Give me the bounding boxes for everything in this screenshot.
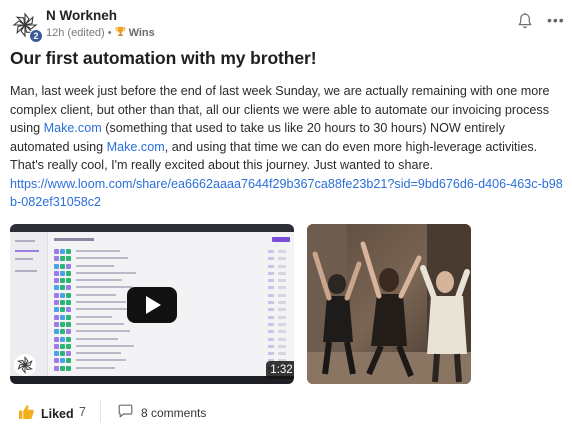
video-row	[54, 263, 290, 270]
bell-icon[interactable]	[517, 12, 533, 30]
author-name[interactable]: N Workneh	[46, 8, 117, 23]
post-meta: 12h (edited) • Wins	[46, 26, 155, 40]
make-link-1[interactable]: Make.com	[44, 121, 102, 135]
video-row	[54, 255, 290, 262]
video-row	[54, 365, 290, 372]
more-horizontal-icon[interactable]: •••	[547, 13, 565, 27]
loom-url-link[interactable]: https://www.loom.com/share/ea6662aaaa764…	[10, 175, 566, 212]
comment-bubble-icon	[118, 404, 133, 421]
thumbs-up-icon	[18, 404, 35, 423]
comments-label: 8 comments	[141, 405, 207, 420]
meta-separator: •	[107, 27, 112, 39]
comments-button[interactable]: 8 comments	[118, 404, 206, 421]
dancing-gif-image[interactable]	[307, 224, 471, 384]
play-button[interactable]	[127, 287, 177, 323]
make-link-2[interactable]: Make.com	[107, 140, 165, 154]
like-count[interactable]: 7	[79, 405, 86, 419]
post-time: 12h (edited)	[46, 27, 105, 39]
level-badge: 2	[29, 29, 43, 43]
like-button[interactable]: Liked	[18, 404, 74, 423]
like-label: Liked	[41, 406, 74, 421]
trophy-icon	[115, 26, 126, 40]
video-duration: 1:32	[266, 361, 294, 379]
post-card: 2 N Workneh 12h (edited) • Wins ••• Our …	[0, 0, 572, 431]
post-body: Man, last week just before the end of la…	[10, 82, 566, 212]
video-button	[272, 237, 290, 242]
video-heading	[54, 238, 94, 241]
video-thumbnail[interactable]: 1:32	[10, 224, 294, 384]
pinwheel-logo-icon	[14, 354, 36, 376]
play-icon	[146, 296, 161, 314]
video-row	[54, 270, 290, 277]
video-row	[54, 343, 290, 350]
video-row	[54, 357, 290, 364]
video-row	[54, 328, 290, 335]
video-row	[54, 336, 290, 343]
video-row	[54, 248, 290, 255]
taskbar	[10, 376, 294, 384]
video-row	[54, 277, 290, 284]
post-title: Our first automation with my brother!	[10, 48, 317, 68]
video-row	[54, 350, 290, 357]
category-label[interactable]: Wins	[129, 27, 155, 39]
author-avatar[interactable]: 2	[10, 10, 43, 43]
footer-divider	[100, 400, 101, 422]
browser-bar	[10, 224, 294, 232]
